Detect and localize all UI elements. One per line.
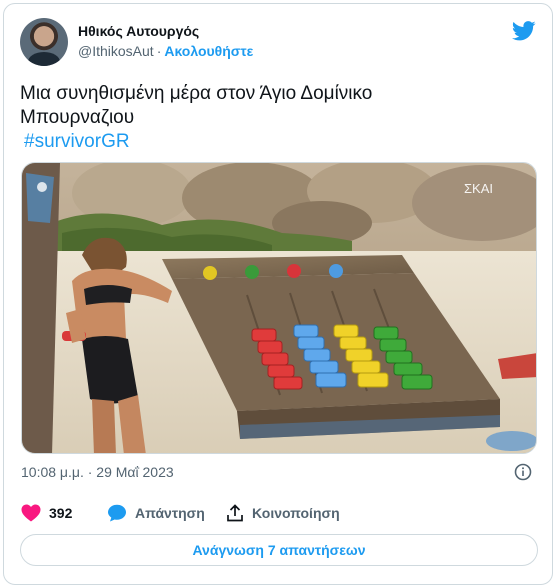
like-button[interactable]: 392 <box>21 504 72 522</box>
hashtag-link[interactable]: #survivorGR <box>20 130 520 154</box>
reply-bubble-icon <box>108 504 126 522</box>
channel-logo: ΣΚΑΙ <box>464 181 493 196</box>
share-button[interactable]: Κοινοποίηση <box>226 504 340 522</box>
tweet-text-line-1: Μια συνηθισμένη μέρα στον Άγιο Δομίνικο <box>20 83 373 104</box>
tweet-actions: 392 Απάντηση Κοινοποίηση <box>21 504 541 526</box>
info-icon[interactable] <box>514 463 532 481</box>
tweet-photo: ΣΚΑΙ <box>22 163 536 453</box>
tweet-header: Ηθικός Αυτουργός @IthikosAut · Ακολουθήστε <box>20 18 536 68</box>
share-icon <box>227 504 243 522</box>
tweet-text: Μια συνηθισμένη μέρα στον Άγιο Δομίνικο … <box>20 82 520 154</box>
like-count: 392 <box>49 505 73 521</box>
twitter-bird-icon[interactable] <box>512 20 536 42</box>
tweet-timestamp[interactable]: 10:08 μ.μ. · 29 Μαΐ 2023 <box>21 464 174 480</box>
reply-button[interactable]: Απάντηση <box>107 504 205 522</box>
tweet-media-image[interactable]: ΣΚΑΙ <box>21 162 537 454</box>
reply-label: Απάντηση <box>135 505 205 521</box>
share-label: Κοινοποίηση <box>252 505 340 521</box>
channel-badge-icon <box>37 182 47 192</box>
tweet-card: Ηθικός Αυτουργός @IthikosAut · Ακολουθήστε… <box>3 3 553 585</box>
follow-button[interactable]: Ακολουθήστε <box>164 43 253 59</box>
heart-icon <box>21 504 41 522</box>
tweet-text-line-2: Μπουρναζιου <box>20 107 135 128</box>
author-name[interactable]: Ηθικός Αυτουργός <box>78 23 199 39</box>
separator-dot: · <box>156 43 162 59</box>
read-replies-button[interactable]: Ανάγνωση 7 απαντήσεων <box>20 534 538 566</box>
author-handle[interactable]: @IthikosAut <box>78 43 154 59</box>
author-handle-row: @IthikosAut · Ακολουθήστε <box>78 43 253 59</box>
avatar[interactable] <box>20 18 68 66</box>
